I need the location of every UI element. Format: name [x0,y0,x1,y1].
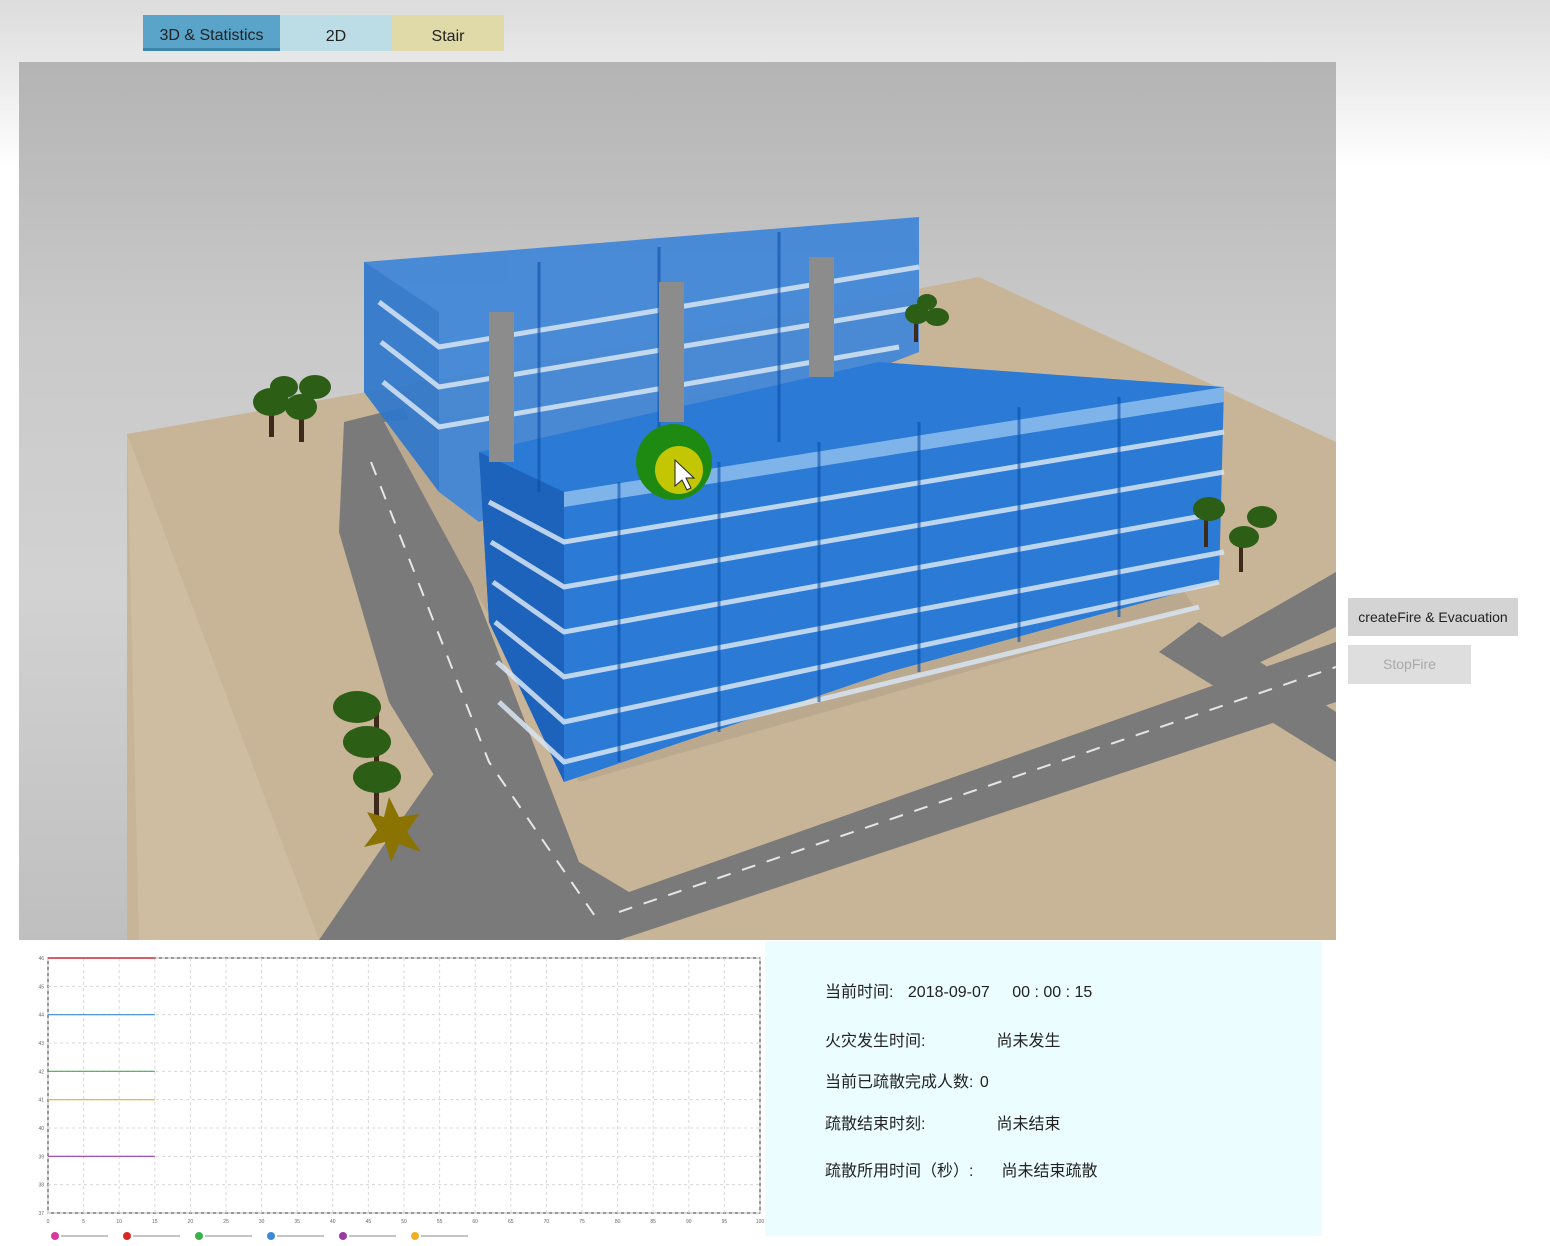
current-time-label: 当前时间: [825,984,894,1001]
x-tick-label: 45 [366,1219,372,1225]
chart-svg: 0 5 10 15 20 25 30 35 40 45 50 55 60 65 70 75 80 85 90 95 10… [38,956,765,1240]
y-tick-label: 43 [38,1041,44,1047]
y-tick-label: 37 [38,1211,44,1217]
x-tick-label: 70 [544,1219,550,1225]
statistics-panel: 当前时间: 2018-09-07 00 : 00 : 15 火灾发生时间: 尚未… [765,941,1322,1236]
evacuation-chart: 0 5 10 15 20 25 30 35 40 45 50 55 60 65 70 75 80 85 90 95 10… [28,950,768,1246]
x-tick-label: 40 [330,1219,336,1225]
y-tick-label: 45 [38,984,44,990]
view-tabs: 3D & Statistics 2D Stair [143,15,504,51]
tab-3d-statistics[interactable]: 3D & Statistics [143,15,280,51]
x-tick-label: 75 [579,1219,585,1225]
fire-time-label: 火灾发生时间: [825,1033,926,1050]
current-time-row: 当前时间: 2018-09-07 00 : 00 : 15 [825,978,1092,1002]
3d-scene [127,217,1336,940]
legend-marker-0 [51,1232,59,1240]
tab-2d[interactable]: 2D [280,15,392,51]
duration-value: 尚未结束疏散 [1001,1163,1098,1180]
legend-marker-4 [339,1232,347,1240]
x-tick-label: 60 [472,1219,478,1225]
x-tick-label: 55 [437,1219,443,1225]
x-tick-label: 10 [116,1219,122,1225]
x-tick-label: 15 [152,1219,158,1225]
y-tick-label: 42 [38,1069,44,1075]
x-tick-label: 90 [686,1219,692,1225]
y-tick-label: 39 [38,1154,44,1160]
legend-marker-3 [267,1232,275,1240]
legend-marker-2 [195,1232,203,1240]
x-tick-label: 65 [508,1219,514,1225]
x-tick-label: 5 [82,1219,85,1225]
x-tick-label: 35 [294,1219,300,1225]
3d-viewport[interactable] [19,62,1336,940]
y-tick-label: 38 [38,1183,44,1189]
create-fire-evacuation-button[interactable]: createFire & Evacuation [1348,598,1518,636]
fire-time-value: 尚未发生 [996,1033,1061,1050]
evacuated-label: 当前已疏散完成人数: [825,1074,974,1091]
duration-row: 疏散所用时间（秒）: 尚未结束疏散 [825,1157,1097,1181]
x-tick-label: 80 [615,1219,621,1225]
fire-marker [636,424,712,500]
fire-time-row: 火灾发生时间: 尚未发生 [825,1027,1060,1051]
y-tick-label: 40 [38,1126,44,1132]
x-tick-label: 85 [650,1219,656,1225]
end-time-label: 疏散结束时刻: [825,1116,926,1133]
legend-marker-1 [123,1232,131,1240]
duration-label: 疏散所用时间（秒）: [825,1163,974,1180]
current-time-value: 00 : 00 : 15 [1012,984,1093,1001]
legend-marker-5 [411,1232,419,1240]
y-tick-label: 46 [38,956,44,962]
x-tick-label: 100 [756,1219,765,1225]
y-tick-label: 44 [38,1013,44,1019]
x-tick-label: 50 [401,1219,407,1225]
end-time-row: 疏散结束时刻: 尚未结束 [825,1110,1060,1134]
current-date-value: 2018-09-07 [907,984,990,1001]
x-tick-label: 25 [223,1219,229,1225]
x-tick-label: 30 [259,1219,265,1225]
tab-stair[interactable]: Stair [392,15,504,51]
stop-fire-button[interactable]: StopFire [1348,645,1471,684]
x-tick-label: 0 [47,1219,50,1225]
evacuated-value: 0 [979,1074,989,1091]
y-tick-label: 41 [38,1098,44,1104]
end-time-value: 尚未结束 [996,1116,1061,1133]
x-tick-label: 20 [188,1219,194,1225]
evacuated-row: 当前已疏散完成人数: 0 [825,1068,989,1092]
x-tick-label: 95 [722,1219,728,1225]
